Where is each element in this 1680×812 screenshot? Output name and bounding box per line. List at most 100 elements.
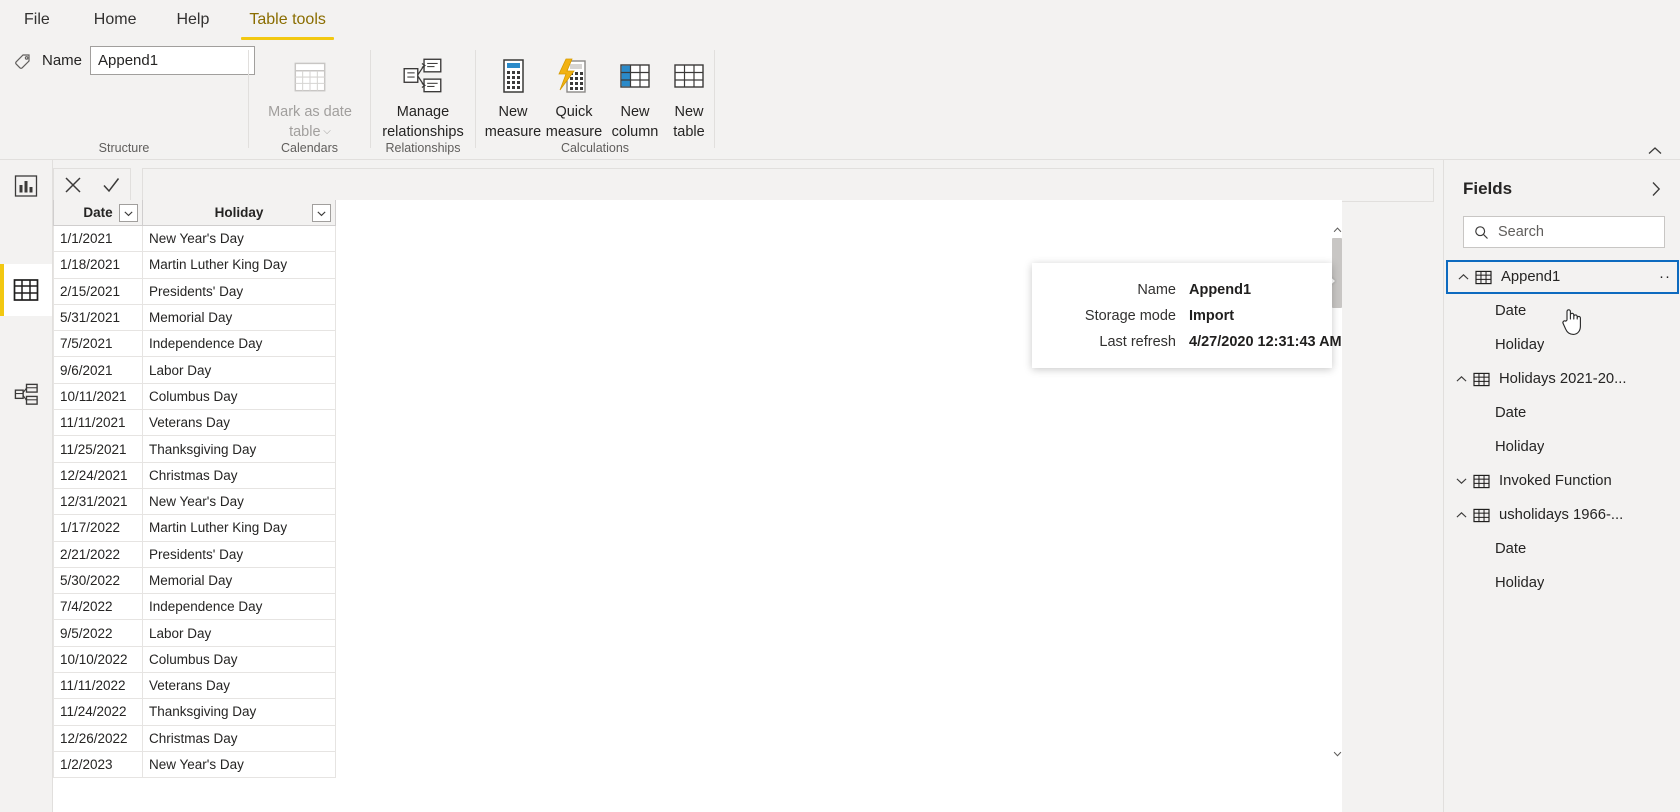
cell-date[interactable]: 12/26/2022 <box>53 724 143 752</box>
cell-holiday[interactable]: Independence Day <box>142 330 336 358</box>
cell-holiday[interactable]: Thanksgiving Day <box>142 698 336 726</box>
table-row[interactable]: 1/17/2022 Martin Luther King Day <box>53 514 336 542</box>
new-measure-button[interactable]: New measure <box>482 48 544 142</box>
cell-date[interactable]: 1/2/2023 <box>53 750 143 779</box>
table-row[interactable]: 12/24/2021 Christmas Day <box>53 461 336 489</box>
scroll-down-button[interactable] <box>1330 746 1344 762</box>
cell-date[interactable]: 2/15/2021 <box>53 277 143 305</box>
fields-table-node[interactable]: Append1 ·· <box>1446 260 1679 294</box>
expand-fields-pane-button[interactable] <box>1647 180 1665 198</box>
table-row[interactable]: 12/31/2021 New Year's Day <box>53 487 336 516</box>
new-table-button[interactable]: New table <box>664 48 714 142</box>
table-row[interactable]: 7/5/2021 Independence Day <box>53 330 336 358</box>
cell-holiday[interactable]: Labor Day <box>142 356 336 384</box>
cell-holiday[interactable]: Columbus Day <box>142 382 336 411</box>
cell-date[interactable]: 7/5/2021 <box>53 330 143 358</box>
quick-measure-button[interactable]: Quick measure <box>542 48 606 142</box>
fields-table-node[interactable]: Holidays 2021-20... <box>1444 362 1680 396</box>
table-row[interactable]: 10/10/2022 Columbus Day <box>53 645 336 674</box>
chevron-up-icon[interactable] <box>1453 267 1473 287</box>
fields-field-node[interactable]: Date <box>1444 294 1680 328</box>
cell-holiday[interactable]: Labor Day <box>142 619 336 647</box>
table-row[interactable]: 11/11/2021 Veterans Day <box>53 409 336 437</box>
column-header-date[interactable]: Date <box>53 200 143 226</box>
cell-holiday[interactable]: Christmas Day <box>142 724 336 752</box>
table-row[interactable]: 9/5/2022 Labor Day <box>53 619 336 647</box>
fields-field-node[interactable]: Holiday <box>1444 328 1680 362</box>
cell-date[interactable]: 12/24/2021 <box>53 461 143 489</box>
cell-date[interactable]: 10/11/2021 <box>53 382 143 411</box>
cell-date[interactable]: 7/4/2022 <box>53 593 143 621</box>
cell-holiday[interactable]: Presidents' Day <box>142 540 336 568</box>
cell-holiday[interactable]: Memorial Day <box>142 566 336 595</box>
tab-help[interactable]: Help <box>156 0 229 40</box>
table-row[interactable]: 5/31/2021 Memorial Day <box>53 303 336 332</box>
table-row[interactable]: 5/30/2022 Memorial Day <box>53 566 336 595</box>
cell-holiday[interactable]: Memorial Day <box>142 303 336 332</box>
cell-holiday[interactable]: Martin Luther King Day <box>142 251 336 279</box>
tab-file[interactable]: File <box>0 0 74 40</box>
cell-holiday[interactable]: Martin Luther King Day <box>142 514 336 542</box>
cell-date[interactable]: 10/10/2022 <box>53 645 143 674</box>
cell-holiday[interactable]: Thanksgiving Day <box>142 435 336 463</box>
fields-table-node[interactable]: usholidays 1966-... <box>1444 498 1680 532</box>
cell-holiday[interactable]: Veterans Day <box>142 409 336 437</box>
cell-holiday[interactable]: Presidents' Day <box>142 277 336 305</box>
fields-field-node[interactable]: Holiday <box>1444 430 1680 464</box>
cell-date[interactable]: 2/21/2022 <box>53 540 143 568</box>
chevron-down-icon[interactable] <box>1451 471 1471 491</box>
scroll-up-button[interactable] <box>1330 222 1344 238</box>
table-row[interactable]: 2/21/2022 Presidents' Day <box>53 540 336 568</box>
collapse-ribbon-button[interactable] <box>1644 142 1666 160</box>
table-row[interactable]: 11/25/2021 Thanksgiving Day <box>53 435 336 463</box>
cell-date[interactable]: 11/25/2021 <box>53 435 143 463</box>
table-row[interactable]: 1/2/2023 New Year's Day <box>53 750 336 779</box>
tab-home[interactable]: Home <box>74 0 157 40</box>
more-options-button[interactable]: ·· <box>1659 269 1671 284</box>
table-row[interactable]: 10/11/2021 Columbus Day <box>53 382 336 411</box>
table-row[interactable]: 1/1/2021 New Year's Day <box>53 224 336 253</box>
filter-button-holiday[interactable] <box>312 204 331 222</box>
column-header-holiday[interactable]: Holiday <box>142 200 336 226</box>
formula-accept-button[interactable] <box>94 169 128 201</box>
cell-holiday[interactable]: Veterans Day <box>142 672 336 700</box>
table-row[interactable]: 7/4/2022 Independence Day <box>53 593 336 621</box>
cell-date[interactable]: 12/31/2021 <box>53 487 143 516</box>
table-row[interactable]: 11/24/2022 Thanksgiving Day <box>53 698 336 726</box>
table-name-input[interactable] <box>90 46 256 75</box>
fields-table-node[interactable]: Invoked Function <box>1444 464 1680 498</box>
cell-holiday[interactable]: New Year's Day <box>142 224 336 253</box>
sidebar-item-model-view[interactable] <box>0 368 52 420</box>
manage-relationships-button[interactable]: Manage relationships <box>371 48 475 142</box>
chevron-up-icon[interactable] <box>1451 369 1471 389</box>
cell-date[interactable]: 11/24/2022 <box>53 698 143 726</box>
fields-field-node[interactable]: Date <box>1444 532 1680 566</box>
new-column-button[interactable]: New column <box>606 48 664 142</box>
mark-as-date-table-button[interactable]: Mark as date table ⌵ <box>255 48 365 142</box>
cell-date[interactable]: 1/1/2021 <box>53 224 143 253</box>
cell-date[interactable]: 11/11/2021 <box>53 409 143 437</box>
filter-button-date[interactable] <box>119 204 138 222</box>
fields-search-box[interactable]: Search <box>1463 216 1665 248</box>
fields-field-node[interactable]: Holiday <box>1444 566 1680 600</box>
table-row[interactable]: 1/18/2021 Martin Luther King Day <box>53 251 336 279</box>
cell-holiday[interactable]: Christmas Day <box>142 461 336 489</box>
scrollbar-track[interactable] <box>1330 238 1344 746</box>
cell-date[interactable]: 1/18/2021 <box>53 251 143 279</box>
cell-date[interactable]: 1/17/2022 <box>53 514 143 542</box>
cell-holiday[interactable]: New Year's Day <box>142 750 336 779</box>
formula-cancel-button[interactable] <box>56 169 90 201</box>
fields-field-node[interactable]: Date <box>1444 396 1680 430</box>
grid-vertical-scrollbar[interactable] <box>1330 222 1344 762</box>
cell-holiday[interactable]: New Year's Day <box>142 487 336 516</box>
table-row[interactable]: 11/11/2022 Veterans Day <box>53 672 336 700</box>
table-row[interactable]: 2/15/2021 Presidents' Day <box>53 277 336 305</box>
cell-date[interactable]: 9/5/2022 <box>53 619 143 647</box>
cell-holiday[interactable]: Independence Day <box>142 593 336 621</box>
tab-table-tools[interactable]: Table tools <box>229 0 346 40</box>
cell-holiday[interactable]: Columbus Day <box>142 645 336 674</box>
table-row[interactable]: 12/26/2022 Christmas Day <box>53 724 336 752</box>
sidebar-item-report-view[interactable] <box>0 160 52 212</box>
cell-date[interactable]: 11/11/2022 <box>53 672 143 700</box>
sidebar-item-data-view[interactable] <box>0 264 52 316</box>
